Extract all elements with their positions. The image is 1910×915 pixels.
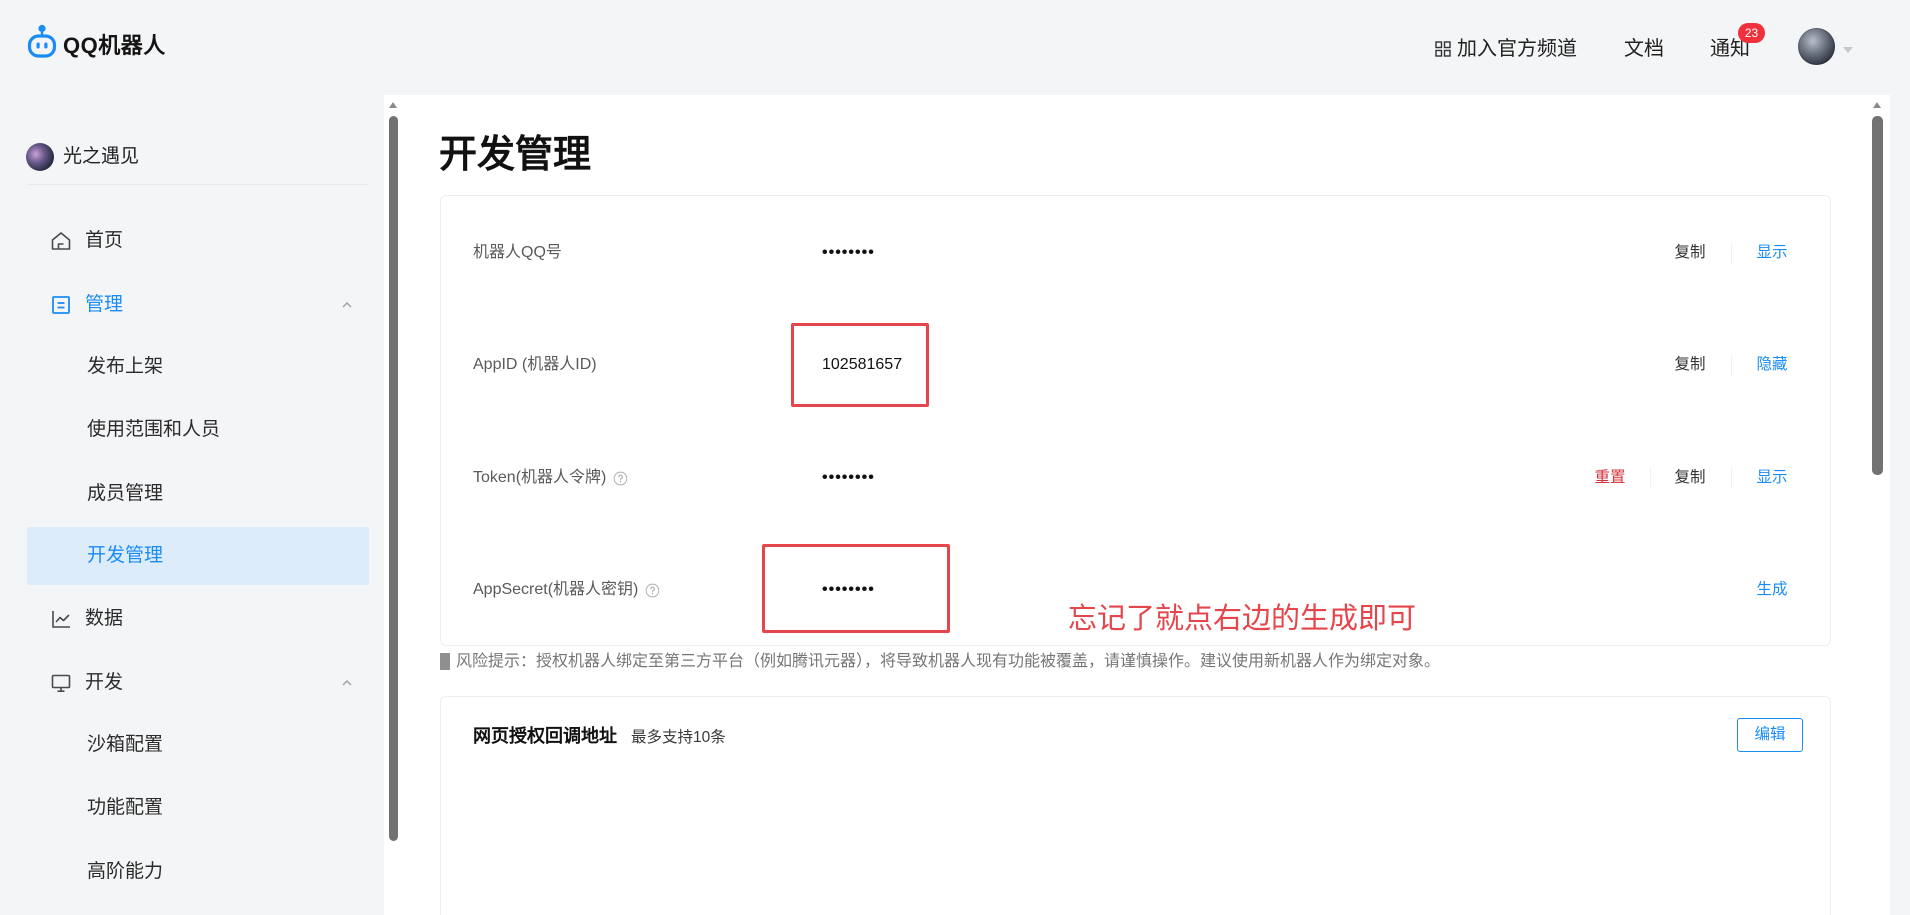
- sidebar-scrollbar[interactable]: [389, 116, 398, 841]
- sidebar-item-label: 功能配置: [87, 797, 164, 818]
- join-channel-label: 加入官方频道: [1457, 38, 1577, 60]
- credential-label: 机器人QQ号: [473, 244, 562, 261]
- credential-label: Token(机器人令牌): [473, 469, 607, 486]
- home-icon: [51, 232, 71, 250]
- logo[interactable]: QQ机器人: [27, 24, 187, 60]
- sidebar-item-label: 成员管理: [87, 483, 164, 504]
- show-button[interactable]: 显示: [1742, 458, 1802, 498]
- app-window: QQ机器人 加入官方频道 文档 通知 23 光之遇见 首页 管理 发布上架 使用…: [0, 0, 1910, 915]
- sidebar-item-dev-management[interactable]: 开发管理: [27, 527, 369, 585]
- sidebar-item-label: 发布上架: [87, 356, 164, 377]
- highlight-box-appid: [791, 323, 929, 407]
- credential-label-wrap: Token(机器人令牌): [473, 458, 628, 498]
- credentials-card: 机器人QQ号 •••••••• 复制 显示 AppID (机器人ID) 1025…: [440, 195, 1831, 646]
- credential-value: ••••••••: [822, 244, 875, 261]
- highlight-box-appsecret: [762, 544, 950, 633]
- credential-row-qq: 机器人QQ号 •••••••• 复制 显示: [441, 233, 1832, 273]
- callback-hint: 最多支持10条: [631, 729, 726, 746]
- credential-label-wrap: AppSecret(机器人密钥): [473, 570, 660, 610]
- sidebar-item-label: 高阶能力: [87, 861, 164, 882]
- copy-button[interactable]: 复制: [1660, 233, 1720, 273]
- copy-button[interactable]: 复制: [1660, 345, 1720, 385]
- main-scroll-up-icon[interactable]: [1873, 102, 1881, 108]
- manage-icon: [52, 296, 70, 314]
- annotation-note: 忘记了就点右边的生成即可: [1068, 603, 1417, 635]
- logo-text: QQ机器人: [63, 33, 166, 58]
- credential-label: AppSecret(机器人密钥): [473, 581, 639, 598]
- show-button[interactable]: 显示: [1742, 233, 1802, 273]
- sidebar-item-label: 管理: [85, 294, 124, 315]
- callback-title: 网页授权回调地址: [473, 726, 617, 746]
- sidebar-item-manage[interactable]: 管理: [27, 276, 369, 334]
- robot-logo-icon: [27, 24, 57, 58]
- grid-icon: [1435, 41, 1451, 57]
- docs-link[interactable]: 文档: [1624, 37, 1664, 61]
- hide-button[interactable]: 隐藏: [1742, 345, 1802, 385]
- chart-icon: [52, 611, 70, 628]
- sidebar-user-avatar: [26, 143, 54, 171]
- action-separator: [1731, 468, 1732, 488]
- sidebar-item-member-management[interactable]: 成员管理: [27, 465, 369, 523]
- edit-button[interactable]: 编辑: [1737, 718, 1803, 752]
- help-icon[interactable]: [613, 471, 628, 486]
- credential-row-appid: AppID (机器人ID) 102581657 复制 隐藏: [441, 345, 1832, 385]
- sidebar-item-advanced[interactable]: 高阶能力: [27, 843, 369, 901]
- callback-header: 网页授权回调地址 最多支持10条: [473, 725, 726, 749]
- sidebar-user-name: 光之遇见: [63, 146, 140, 167]
- sidebar-item-label: 使用范围和人员: [87, 419, 221, 440]
- sidebar-item-label: 数据: [85, 608, 124, 629]
- sidebar-scroll-up-icon[interactable]: [389, 102, 397, 108]
- risk-notice-marker: [440, 653, 450, 670]
- account-dropdown-caret-icon[interactable]: [1843, 47, 1853, 53]
- sidebar-item-feature-config[interactable]: 功能配置: [27, 779, 369, 837]
- action-separator: [1731, 355, 1732, 375]
- sidebar-item-label: 首页: [85, 230, 124, 251]
- main-scrollbar[interactable]: [1872, 116, 1883, 475]
- sidebar-item-publish[interactable]: 发布上架: [27, 338, 369, 396]
- reset-button[interactable]: 重置: [1580, 458, 1640, 498]
- sidebar-item-label: 沙箱配置: [87, 734, 164, 755]
- credential-value: ••••••••: [822, 469, 875, 486]
- sidebar-item-home[interactable]: 首页: [27, 212, 369, 270]
- page-title: 开发管理: [439, 134, 592, 176]
- notification-count-badge: 23: [1738, 23, 1765, 43]
- sidebar-item-label: 开发管理: [87, 545, 164, 566]
- sidebar-item-label: 开发: [85, 672, 124, 693]
- generate-button[interactable]: 生成: [1742, 570, 1802, 610]
- sidebar-item-scope-members[interactable]: 使用范围和人员: [27, 401, 369, 459]
- copy-button[interactable]: 复制: [1660, 458, 1720, 498]
- help-icon[interactable]: [645, 583, 660, 598]
- credential-label: AppID (机器人ID): [473, 356, 597, 373]
- action-separator: [1650, 468, 1651, 488]
- risk-notice: 风险提示：授权机器人绑定至第三方平台（例如腾讯元器），将导致机器人现有功能被覆盖…: [456, 653, 1441, 670]
- chevron-up-icon[interactable]: [340, 676, 354, 690]
- sidebar-item-sandbox-config[interactable]: 沙箱配置: [27, 716, 369, 774]
- monitor-icon: [51, 674, 71, 693]
- chevron-up-icon[interactable]: [340, 298, 354, 312]
- sidebar-item-data[interactable]: 数据: [27, 590, 369, 648]
- action-separator: [1731, 243, 1732, 263]
- user-avatar[interactable]: [1798, 28, 1835, 65]
- sidebar-item-develop[interactable]: 开发: [27, 654, 369, 712]
- sidebar-divider: [27, 184, 369, 185]
- join-channel-link[interactable]: 加入官方频道: [1435, 37, 1585, 61]
- credential-row-token: Token(机器人令牌) •••••••• 重置 复制 显示: [441, 458, 1832, 498]
